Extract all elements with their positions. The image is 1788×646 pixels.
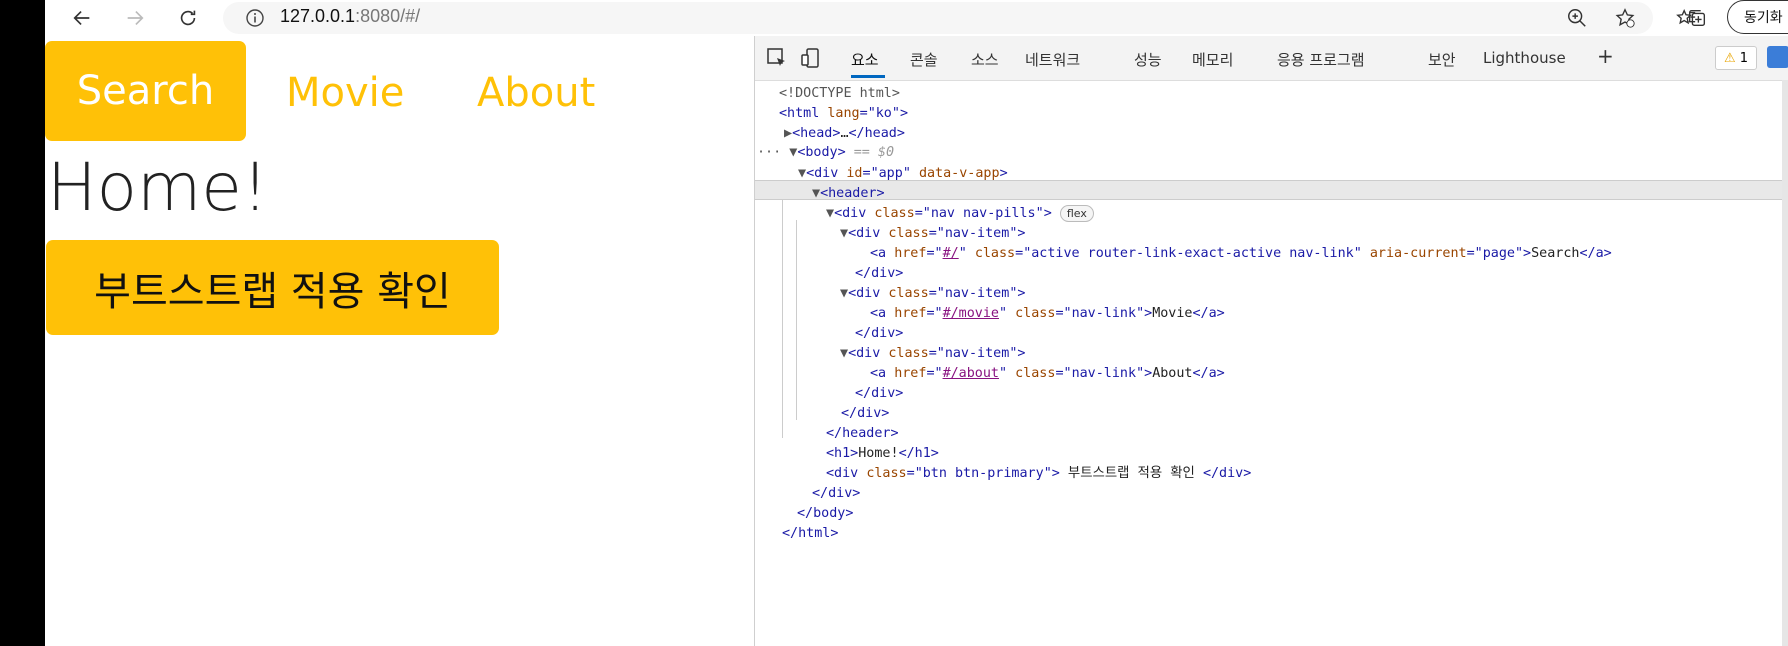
devtools-toolbar: 요소 콘솔 소스 네트워크 성능 메모리 응용 프로그램 보안 Lighthou… [755,36,1788,81]
device-toolbar-icon[interactable] [799,46,823,70]
inspect-element-icon[interactable] [765,46,789,70]
nav-pill-search[interactable]: Search [45,41,246,141]
info-icon[interactable] [245,8,265,28]
dom-line-close-div[interactable]: </div> [841,404,889,424]
back-icon[interactable] [65,2,99,34]
dom-line-close-header[interactable]: </header> [826,424,899,444]
dom-line-link-about[interactable]: <a href="#/about" class="nav-link">About… [870,364,1225,384]
dom-line-close-html[interactable]: </html> [782,524,838,544]
dom-line-close-div[interactable]: </div> [855,384,903,404]
refresh-icon[interactable] [171,2,205,34]
dom-line-nav-item-3[interactable]: ▼<div class="nav-item"> [840,344,1025,364]
tab-network[interactable]: 네트워크 [1025,49,1080,70]
add-tab-button[interactable]: + [1597,44,1614,68]
browser-toolbar: 127.0.0.1:8080/#/ 동기화 [45,0,1788,36]
devtools-scrollbar[interactable] [1782,80,1788,646]
nav-pill-about[interactable]: About [477,73,595,113]
dom-line-html[interactable]: <html lang="ko"> [779,104,908,124]
tab-memory[interactable]: 메모리 [1192,49,1233,70]
dom-line-close-div[interactable]: </div> [855,264,903,284]
dom-line-nav-item-2[interactable]: ▼<div class="nav-item"> [840,284,1025,304]
indent-guide [782,200,783,438]
dom-line-app[interactable]: ▼<div id="app" data-v-app> [798,164,1008,184]
dom-line-h1[interactable]: <h1>Home!</h1> [826,444,939,464]
tab-console[interactable]: 콘솔 [910,49,938,70]
flex-badge[interactable]: flex [1059,205,1094,222]
tab-sources[interactable]: 소스 [971,49,999,70]
tab-elements[interactable]: 요소 [851,49,879,70]
dom-line-close-body[interactable]: </body> [797,504,853,524]
dom-line-nav[interactable]: ▼<div class="nav nav-pills"> flex [826,204,1094,224]
dom-line-link-movie[interactable]: <a href="#/movie" class="nav-link">Movie… [870,304,1225,324]
zoom-icon[interactable] [1563,4,1591,32]
tab-lighthouse[interactable]: Lighthouse [1483,49,1566,67]
dom-line-doctype[interactable]: <!DOCTYPE html> [779,84,900,104]
address-bar[interactable] [223,2,1653,34]
nav-pill-movie[interactable]: Movie [286,73,404,113]
tab-performance[interactable]: 성능 [1134,49,1162,70]
sync-button[interactable]: 동기화 [1727,0,1788,34]
tab-security[interactable]: 보안 [1428,49,1456,70]
dom-line-header[interactable]: ▼<header> [812,184,885,204]
dom-line-nav-item-1[interactable]: ▼<div class="nav-item"> [840,224,1025,244]
tab-application[interactable]: 응용 프로그램 [1277,49,1365,70]
page-title: Home! [47,149,269,226]
warning-badge[interactable]: ⚠ 1 [1715,46,1757,70]
warning-count: 1 [1739,50,1749,66]
sync-label: 동기화 [1744,10,1783,26]
dom-line-btn[interactable]: <div class="btn btn-primary"> 부트스트랩 적용 확… [826,464,1251,484]
active-tab-indicator [851,75,885,78]
add-favorite-icon[interactable] [1611,4,1639,32]
dom-line-body[interactable]: ··· ▼<body> == $0 [757,143,894,163]
dom-line-link-search[interactable]: <a href="#/" class="active router-link-e… [870,244,1612,264]
dom-line-head[interactable]: ▶<head>…</head> [784,124,905,144]
collections-icon[interactable] [1683,4,1711,32]
dom-line-close-app[interactable]: </div> [812,484,860,504]
dom-line-close-div[interactable]: </div> [855,324,903,344]
bootstrap-check-button[interactable]: 부트스트랩 적용 확인 [46,240,499,335]
devtools-panel: 요소 콘솔 소스 네트워크 성능 메모리 응용 프로그램 보안 Lighthou… [754,36,1788,646]
page-viewport: Search Movie About Home! 부트스트랩 적용 확인 [45,36,754,646]
warning-icon: ⚠ [1723,50,1736,66]
url-text[interactable]: 127.0.0.1:8080/#/ [280,6,420,27]
forward-icon[interactable] [118,2,152,34]
indent-guide [796,220,797,420]
messages-icon[interactable] [1767,46,1788,68]
